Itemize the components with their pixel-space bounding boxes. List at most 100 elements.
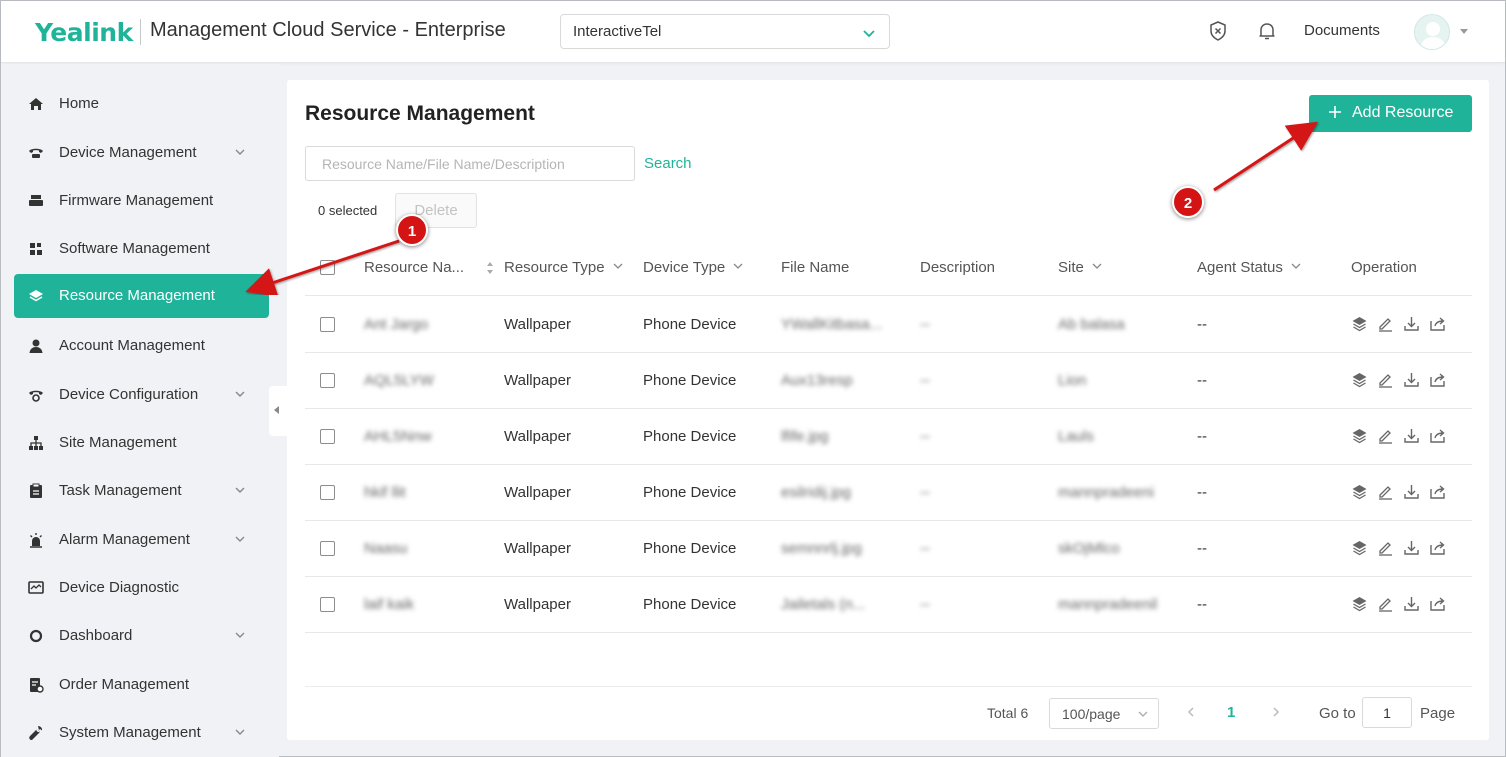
sidebar-item-device-configuration[interactable]: Device Configuration [14,373,269,417]
share-icon[interactable] [1429,483,1446,500]
chevron-down-icon [733,263,743,269]
documents-link[interactable]: Documents [1304,22,1380,39]
sidebar-item-account-management[interactable]: Account Management [14,324,269,368]
edit-icon[interactable] [1377,427,1394,444]
share-icon[interactable] [1429,315,1446,332]
sidebar-item-label: Firmware Management [59,192,214,209]
layers-icon[interactable] [1351,595,1368,612]
sidebar-item-system-management[interactable]: System Management [14,711,269,755]
row-checkbox[interactable] [320,541,335,556]
avatar[interactable] [1414,14,1450,50]
cell-desc: -- [920,428,930,445]
layers-icon[interactable] [1351,483,1368,500]
download-icon[interactable] [1403,315,1420,332]
printer-icon [29,195,43,206]
share-icon[interactable] [1429,539,1446,556]
row-checkbox[interactable] [320,317,335,332]
share-icon[interactable] [1429,595,1446,612]
row-checkbox[interactable] [320,597,335,612]
sidebar-item-dashboard[interactable]: Dashboard [14,614,269,658]
sidebar-item-home[interactable]: Home [14,82,269,126]
table-row[interactable]: AQL5LYW Wallpaper Phone Device Aux13resp -- L… [305,353,1472,409]
add-resource-button[interactable]: Add Resource [1309,95,1472,132]
sidebar-item-software-management[interactable]: Software Management [14,227,269,271]
column-header-device-type[interactable]: Device Type [643,259,743,276]
sidebar-item-device-diagnostic[interactable]: Device Diagnostic [14,566,269,610]
layers-icon[interactable] [1351,539,1368,556]
column-header-resource-type[interactable]: Resource Type [504,259,623,276]
sidebar-item-firmware-management[interactable]: Firmware Management [14,179,269,223]
logo-divider [140,19,141,45]
yealink-logo[interactable]: Yealink [35,18,133,47]
user-avatar-icon [1420,22,1446,49]
cell-device: Phone Device [643,316,737,333]
sort-icon[interactable] [486,261,494,275]
sidebar-item-alarm-management[interactable]: Alarm Management [14,518,269,562]
cell-name: laif kaik [364,596,415,613]
download-icon[interactable] [1403,539,1420,556]
row-checkbox[interactable] [320,373,335,388]
page-title: Resource Management [305,102,535,125]
bell-icon[interactable] [1256,20,1278,42]
column-header-resource-name[interactable]: Resource Na... [364,259,493,276]
sidebar-item-site-management[interactable]: Site Management [14,421,269,465]
cell-desc: -- [920,596,930,613]
page-size-select[interactable]: 100/page [1049,698,1159,729]
cell-file: esilridij.jpg [781,484,852,501]
phone-gear-icon [29,390,43,402]
app-title: Management Cloud Service - Enterprise [150,19,506,41]
table-row[interactable]: hkif llit Wallpaper Phone Device esilridij.… [305,465,1472,521]
edit-icon[interactable] [1377,539,1394,556]
row-checkbox[interactable] [320,429,335,444]
sidebar-item-label: Order Management [59,676,190,693]
row-operations [1351,371,1451,389]
download-icon[interactable] [1403,595,1420,612]
chevron-down-icon [863,30,875,38]
sidebar-item-label: Device Configuration [59,386,199,403]
prev-page-icon[interactable] [1185,706,1197,718]
sitemap-icon [29,436,43,450]
layers-icon[interactable] [1351,371,1368,388]
chevron-down-icon [235,391,245,397]
layers-icon[interactable] [1351,315,1368,332]
column-header-operation: Operation [1351,259,1417,276]
edit-icon[interactable] [1377,315,1394,332]
download-icon[interactable] [1403,483,1420,500]
column-header-agent-status[interactable]: Agent Status [1197,259,1301,276]
shield-icon[interactable] [1207,20,1229,42]
edit-icon[interactable] [1377,371,1394,388]
table-row[interactable]: Naasu Wallpaper Phone Device semnnrlj.jpg --… [305,521,1472,577]
cell-status: -- [1197,316,1207,333]
dashboard-icon [29,629,43,643]
sidebar-collapse-toggle[interactable] [269,386,287,436]
organization-select[interactable]: InteractiveTel [560,14,890,49]
layers-icon[interactable] [1351,427,1368,444]
table-row[interactable]: AHL5Nnw Wallpaper Phone Device lfife.jpg -- L… [305,409,1472,465]
table-row[interactable]: laif kaik Wallpaper Phone Device Jailetals … [305,577,1472,633]
sidebar-item-device-management[interactable]: Device Management [14,131,269,175]
select-all-checkbox[interactable] [320,260,335,275]
chevron-down-icon [235,487,245,493]
cell-site: Ab balasa [1058,316,1125,333]
edit-icon[interactable] [1377,595,1394,612]
search-button[interactable]: Search [644,155,692,172]
sidebar-item-resource-management[interactable]: Resource Management [14,274,269,318]
table-row[interactable]: Ant Jargo Wallpaper Phone Device YWallKitba… [305,297,1472,353]
monitor-icon [28,581,44,594]
share-icon[interactable] [1429,371,1446,388]
next-page-icon[interactable] [1270,706,1282,718]
goto-page-input[interactable] [1362,697,1412,728]
edit-icon[interactable] [1377,483,1394,500]
search-input[interactable] [305,146,635,181]
chevron-down-icon [1138,711,1148,717]
download-icon[interactable] [1403,427,1420,444]
download-icon[interactable] [1403,371,1420,388]
row-checkbox[interactable] [320,485,335,500]
cell-type: Wallpaper [504,540,571,557]
share-icon[interactable] [1429,427,1446,444]
column-header-site[interactable]: Site [1058,259,1102,276]
avatar-caret-icon[interactable] [1460,29,1468,34]
sidebar-item-task-management[interactable]: Task Management [14,469,269,513]
sidebar-item-order-management[interactable]: Order Management [14,663,269,707]
current-page-number[interactable]: 1 [1227,704,1235,721]
